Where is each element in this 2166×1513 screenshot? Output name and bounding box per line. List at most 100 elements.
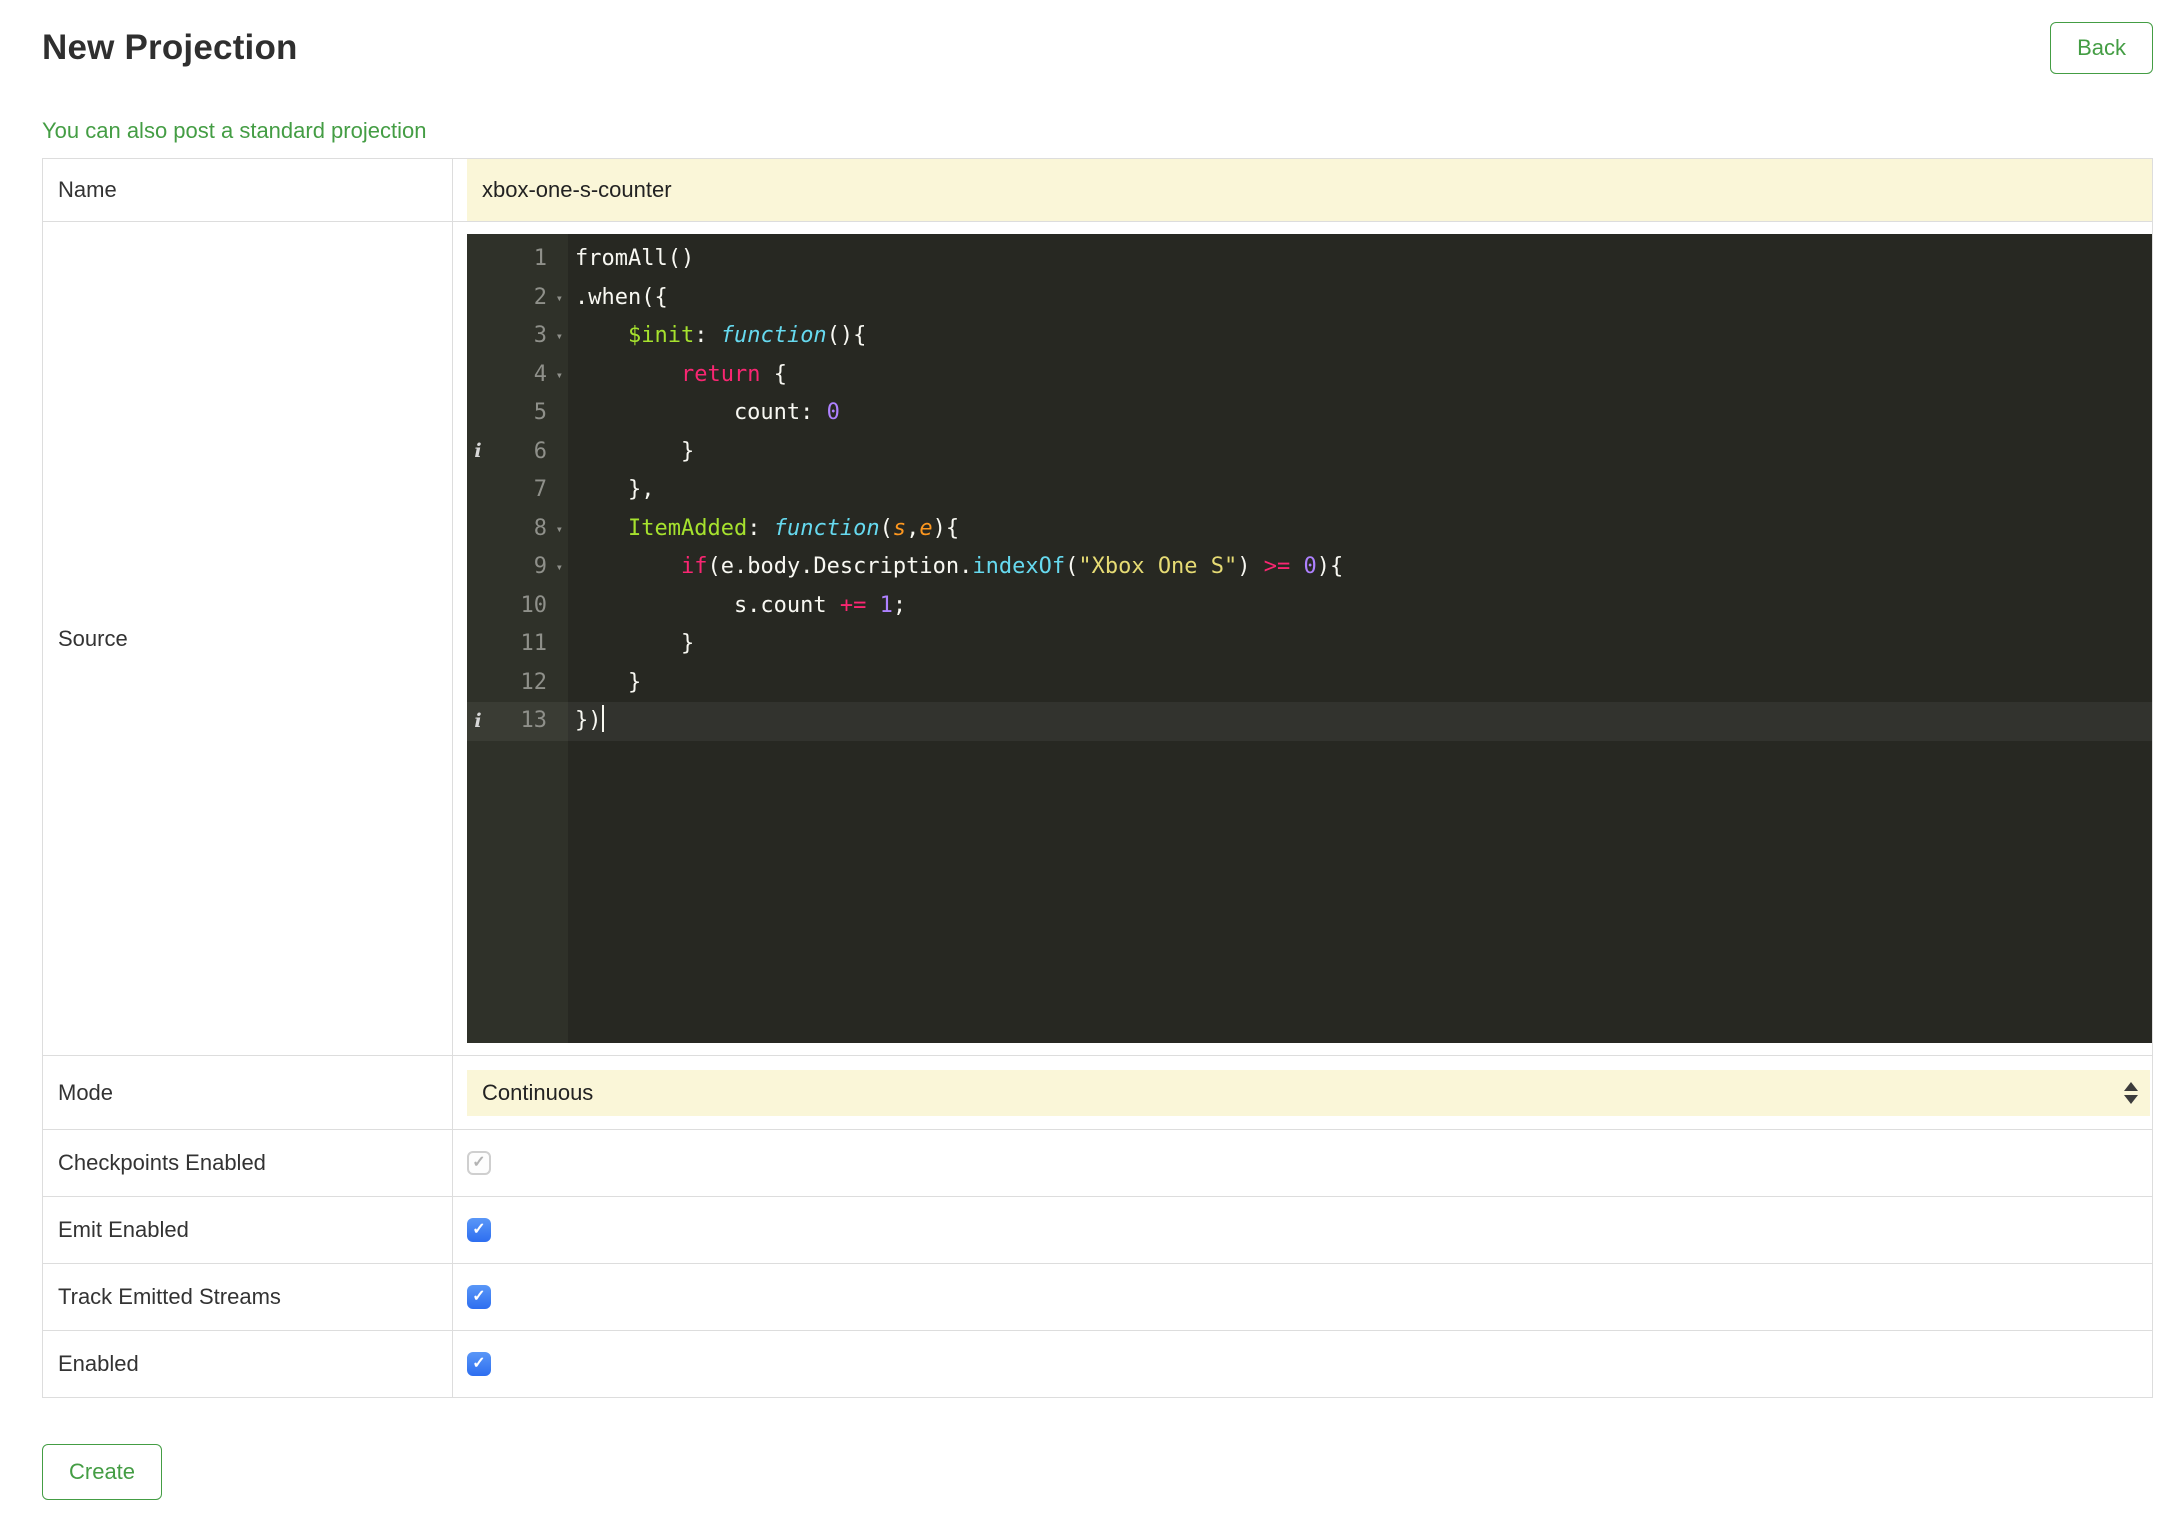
source-value-cell: 1 fromAll() 2 ▾ .when({3 ▾ $init: function(){…	[452, 221, 2153, 1056]
editor-line[interactable]: i 13})	[467, 702, 2152, 741]
toggle-row: Enabled ✓	[42, 1330, 2153, 1398]
select-arrows-icon	[2124, 1081, 2138, 1104]
line-number: 4	[533, 361, 547, 387]
code-line: }	[575, 631, 695, 656]
editor-line[interactable]: 7 },	[467, 471, 2152, 510]
source-label: Source	[42, 221, 453, 1056]
name-value-cell	[452, 158, 2153, 222]
page-header: New Projection Back	[42, 22, 2153, 74]
projection-form-table: Name Source 1fromAll()2▾.when({3▾ $init:…	[42, 158, 2153, 1398]
code-line: s.count += 1;	[575, 592, 907, 618]
gutter-cell: 12	[467, 664, 568, 703]
check-icon: ✓	[472, 1355, 486, 1372]
code-line: if(e.body.Description.indexOf("Xbox One …	[680, 554, 1344, 579]
toggle-label: Track Emitted Streams	[42, 1263, 453, 1331]
gutter-cell: 9 ▾	[467, 548, 568, 587]
code-line: }	[575, 438, 695, 464]
check-icon: ✓	[472, 1288, 486, 1305]
line-number: 1	[533, 246, 547, 271]
mode-row: Mode Continuous	[42, 1055, 2153, 1130]
fold-arrow-icon[interactable]: ▾	[547, 548, 563, 587]
toggle-row: Emit Enabled ✓	[42, 1196, 2153, 1264]
editor-line[interactable]: 8 ▾ ItemAdded: function(s,e){	[467, 510, 2152, 549]
back-button[interactable]: Back	[2050, 22, 2153, 74]
gutter-cell: 11	[467, 625, 568, 664]
line-number: 9	[533, 554, 547, 579]
line-number: 3	[533, 323, 547, 348]
line-number: 8	[533, 515, 547, 541]
mode-value-cell: Continuous	[452, 1055, 2153, 1130]
code-line: .when({	[575, 284, 668, 310]
gutter-cell: 2 ▾	[467, 279, 568, 318]
page-title: New Projection	[42, 28, 298, 67]
gutter-cell: 5	[467, 394, 568, 433]
standard-projection-link[interactable]: You can also post a standard projection	[42, 118, 426, 144]
editor-line[interactable]: 9 ▾ if(e.body.Description.indexOf("Xbox O…	[467, 548, 2152, 587]
checkbox-track-emitted-streams[interactable]: ✓	[467, 1285, 491, 1309]
toggle-label: Checkpoints Enabled	[42, 1129, 453, 1197]
toggle-value-cell: ✓	[452, 1196, 2153, 1264]
fold-arrow-icon[interactable]: ▾	[547, 510, 563, 549]
toggle-rows: Checkpoints Enabled ✓ Emit Enabled ✓ Track E…	[42, 1129, 2153, 1398]
fold-arrow-icon[interactable]: ▾	[547, 356, 563, 395]
line-number: 11	[520, 631, 548, 656]
code-line: },	[575, 477, 655, 502]
name-label: Name	[42, 158, 453, 222]
code-line: fromAll()	[575, 246, 695, 271]
toggle-value-cell: ✓	[452, 1129, 2153, 1197]
code-line: $init: function(){	[627, 323, 867, 348]
line-number: 10	[520, 592, 548, 618]
source-code-editor[interactable]: 1 fromAll() 2 ▾ .when({3 ▾ $init: function(){…	[467, 234, 2152, 1043]
source-row: Source 1 fromAll() 2 ▾ .when({3 ▾ $init: func…	[42, 221, 2153, 1056]
mode-select[interactable]: Continuous	[467, 1069, 2150, 1116]
toggle-row: Checkpoints Enabled ✓	[42, 1129, 2153, 1197]
code-line: }	[575, 669, 642, 695]
gutter-cell: i6	[467, 433, 568, 472]
check-icon: ✓	[472, 1221, 486, 1238]
editor-line[interactable]: 5 count: 0	[467, 394, 2152, 433]
fold-arrow-icon[interactable]: ▾	[547, 317, 563, 356]
code-line: return {	[680, 361, 787, 387]
annotation-info-icon: i	[474, 440, 482, 463]
toggle-row: Track Emitted Streams ✓	[42, 1263, 2153, 1331]
editor-line[interactable]: i6 }	[467, 433, 2152, 472]
editor-line[interactable]: 11 }	[467, 625, 2152, 664]
code-line: })	[568, 702, 2152, 741]
create-button[interactable]: Create	[42, 1444, 163, 1500]
editor-line[interactable]: 12 }	[467, 664, 2152, 703]
line-number: 2	[533, 284, 547, 310]
toggle-value-cell: ✓	[452, 1263, 2153, 1331]
mode-select-value: Continuous	[482, 1079, 594, 1105]
editor-lines: 1 fromAll() 2 ▾ .when({3 ▾ $init: function(){…	[467, 234, 2152, 741]
editor-line[interactable]: 3 ▾ $init: function(){	[467, 317, 2152, 356]
text-cursor	[601, 705, 604, 732]
editor-line[interactable]: 10 s.count += 1;	[467, 587, 2152, 626]
mode-label: Mode	[42, 1055, 453, 1130]
annotation-info-icon: i	[474, 709, 482, 732]
toggle-label: Emit Enabled	[42, 1196, 453, 1264]
name-row: Name	[42, 158, 2153, 222]
gutter-cell: 7	[467, 471, 568, 510]
code-line: ItemAdded: function(s,e){	[627, 515, 960, 541]
fold-arrow-icon[interactable]: ▾	[547, 279, 563, 318]
editor-line[interactable]: 4 ▾ return {	[467, 356, 2152, 395]
line-number: 5	[533, 400, 547, 425]
gutter-cell: 8 ▾	[467, 510, 568, 549]
toggle-value-cell: ✓	[452, 1330, 2153, 1398]
gutter-cell: 3 ▾	[467, 317, 568, 356]
checkbox-emit-enabled[interactable]: ✓	[467, 1218, 491, 1242]
new-projection-page: New Projection Back You can also post a …	[0, 0, 2166, 1500]
gutter-cell: i 13	[467, 702, 568, 741]
gutter-cell: 10	[467, 587, 568, 626]
line-number: 13	[520, 708, 548, 733]
toggle-label: Enabled	[42, 1330, 453, 1398]
editor-line[interactable]: 1 fromAll()	[467, 240, 2152, 279]
line-number: 7	[533, 477, 547, 502]
code-line: count: 0	[575, 400, 840, 425]
check-icon: ✓	[472, 1154, 486, 1171]
gutter-cell: 4 ▾	[467, 356, 568, 395]
checkbox-enabled[interactable]: ✓	[467, 1352, 491, 1376]
projection-name-input[interactable]	[467, 159, 2152, 221]
line-number: 12	[520, 669, 548, 695]
editor-line[interactable]: 2 ▾ .when({	[467, 279, 2152, 318]
